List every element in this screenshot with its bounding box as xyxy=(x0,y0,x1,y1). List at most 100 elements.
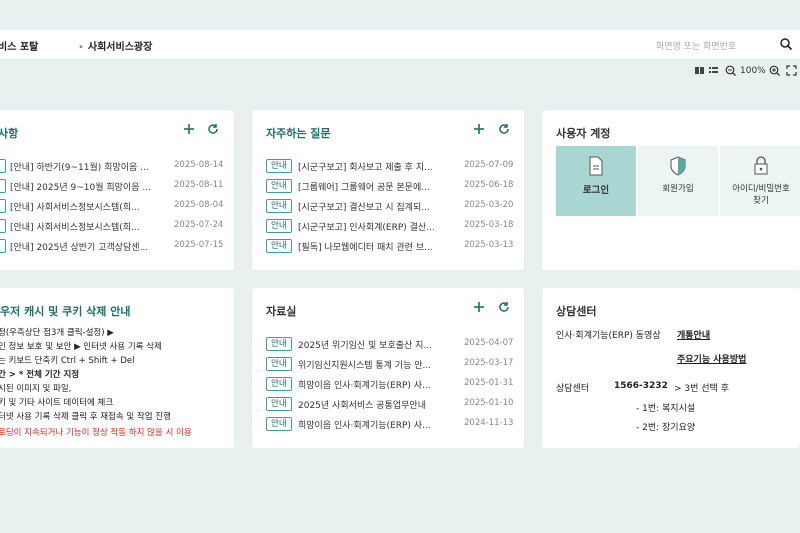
item-title: [시군구보고] 결산보고 시 집계되... xyxy=(298,203,430,213)
phone-number: 1566-3232 xyxy=(614,381,668,391)
item-date: 2025-07-24 xyxy=(174,220,224,230)
category-badge: 안내 xyxy=(0,239,6,253)
list-item[interactable]: 안내 위기임신지원시스템 통계 기능 안... 2025-03-17 xyxy=(252,355,524,373)
tab-dot: • xyxy=(78,42,84,53)
item-title: 희망이음 인사·회계기능(ERP) 사... xyxy=(298,381,431,391)
list-item[interactable]: 안내 [안내] 2025년 9~10월 희망이음 ... 2025-08-11 xyxy=(0,177,234,195)
list-icon[interactable] xyxy=(708,65,719,76)
item-title: [안내] 사회서비스정보시스템(희... xyxy=(10,223,140,233)
tab-label: 사회서비스광장 xyxy=(87,42,153,53)
center-label: 상담센터 xyxy=(556,384,590,394)
category-badge: 안내 xyxy=(0,159,6,173)
add-icon[interactable] xyxy=(472,122,486,136)
guide-line: 는 키보드 단축키 Ctrl + Shift + Del xyxy=(0,356,135,366)
find-label-1: 아이디/비밀번호 xyxy=(732,184,790,194)
tab-portal[interactable]: 비스 포탈 xyxy=(0,38,38,53)
list-item[interactable]: 안내 희망이음 인사·회계기능(ERP) 사... 2024-11-13 xyxy=(252,415,524,433)
overview-link[interactable]: 개통안내 xyxy=(677,328,710,341)
list-item[interactable]: 안내 희망이음 인사·회계기능(ERP) 사... 2025-01-31 xyxy=(252,375,524,393)
refresh-icon[interactable] xyxy=(497,122,511,136)
add-icon[interactable] xyxy=(182,122,196,136)
category-badge: 안내 xyxy=(266,377,292,391)
item-title: 위기임신지원시스템 통계 기능 안... xyxy=(298,361,432,371)
list-item[interactable]: 안내 [시군구보고] 회사보고 제출 후 지... 2025-07-09 xyxy=(252,157,524,175)
notice-card: 사항 안내 [안내] 하반기(9~11월) 희망이음 ... 2025-08-1… xyxy=(0,110,234,270)
erp-video-label: 인사·회계기능(ERP) 동영상 xyxy=(556,331,661,341)
item-date: 2025-03-17 xyxy=(464,358,514,368)
card-title: 우저 캐시 및 쿠키 삭제 안내 xyxy=(0,305,131,318)
tab-social-service-plaza[interactable]: • 사회서비스광장 xyxy=(78,38,152,53)
card-title: 상담센터 xyxy=(556,305,597,318)
shield-icon xyxy=(670,156,686,176)
card-title: 자료실 xyxy=(266,305,297,318)
category-badge: 안내 xyxy=(266,357,292,371)
category-badge: 안내 xyxy=(0,219,6,233)
item-title: [필독] 나모웹에디터 패치 관련 브... xyxy=(298,243,433,253)
guide-line: 정(우측상단 점3개 클릭-설정) ▶ xyxy=(0,328,114,338)
signup-button[interactable]: 회원가입 xyxy=(638,146,718,216)
select-instruction: > 3번 선택 후 xyxy=(674,384,729,394)
list-item[interactable]: 안내 [안내] 사회서비스정보시스템(희... 2025-08-04 xyxy=(0,197,234,215)
list-item[interactable]: 안내 2025년 사회서비스 공통업무안내 2025-01-10 xyxy=(252,395,524,413)
zoom-out-icon[interactable] xyxy=(725,65,736,76)
guide-line: 인 정보 보호 및 보안 ▶ 인터넷 사용 기록 삭제 xyxy=(0,342,162,352)
item-date: 2025-01-10 xyxy=(464,398,514,408)
usage-link[interactable]: 주요기능 사용방법 xyxy=(677,352,746,365)
item-date: 2025-08-11 xyxy=(174,180,224,190)
list-item[interactable]: 안내 2025년 위기임신 및 보호출산 지... 2025-04-07 xyxy=(252,335,524,353)
list-item[interactable]: 안내 [그룹웨어] 그룹웨어 공문 본문에... 2025-06-18 xyxy=(252,177,524,195)
find-id-password-button[interactable]: 아이디/비밀번호 찾기 xyxy=(720,146,800,216)
lock-icon xyxy=(754,156,768,175)
item-title: 2025년 위기임신 및 보호출산 지... xyxy=(298,341,433,351)
refresh-icon[interactable] xyxy=(497,300,511,314)
category-badge: 안내 xyxy=(0,199,6,213)
cache-guide-card: 우저 캐시 및 쿠키 삭제 안내 정(우측상단 점3개 클릭-설정) ▶ 인 정… xyxy=(0,288,234,448)
item-title: [그룹웨어] 그룹웨어 공문 본문에... xyxy=(298,183,430,193)
add-icon[interactable] xyxy=(472,300,486,314)
top-bar: 비스 포탈 • 사회서비스광장 화면명 또는 화면번호 xyxy=(0,30,800,60)
item-date: 2025-08-04 xyxy=(174,200,224,210)
guide-warning: 로딩이 지속되거나 기능이 정상 작동 하지 않을 시 이용 xyxy=(0,428,192,438)
search-input[interactable]: 화면명 또는 화면번호 xyxy=(656,39,736,52)
search-icon[interactable] xyxy=(779,37,793,51)
list-item[interactable]: 안내 [필독] 나모웹에디터 패치 관련 브... 2025-03-13 xyxy=(252,237,524,255)
card-title: 자주하는 질문 xyxy=(266,127,331,140)
item-date: 2024-11-13 xyxy=(464,418,514,428)
card-title: 사항 xyxy=(0,127,19,140)
zoom-in-icon[interactable] xyxy=(769,65,780,76)
item-title: [안내] 사회서비스정보시스템(희... xyxy=(10,203,140,213)
category-badge: 안내 xyxy=(266,159,292,173)
category-badge: 안내 xyxy=(266,397,292,411)
list-item[interactable]: 안내 [안내] 2025년 상반기 고객상담센... 2025-07-15 xyxy=(0,237,234,255)
view-toolbar: 100% xyxy=(0,62,800,80)
zoom-level: 100% xyxy=(740,66,766,76)
category-badge: 안내 xyxy=(266,179,292,193)
list-item[interactable]: 안내 [안내] 하반기(9~11월) 희망이음 ... 2025-08-14 xyxy=(0,157,234,175)
item-title: 희망이음 인사·회계기능(ERP) 사... xyxy=(298,421,431,431)
category-badge: 안내 xyxy=(266,219,292,233)
guide-line: 터넷 사용 기록 삭제 클릭 후 재접속 및 작업 진행 xyxy=(0,412,171,422)
list-item[interactable]: 안내 [안내] 사회서비스정보시스템(희... 2025-07-24 xyxy=(0,217,234,235)
item-date: 2025-03-18 xyxy=(464,220,514,230)
category-badge: 안내 xyxy=(266,337,292,351)
category-badge: 안내 xyxy=(266,199,292,213)
login-button[interactable]: 로그인 xyxy=(556,146,636,216)
item-date: 2025-03-13 xyxy=(464,240,514,250)
item-date: 2025-07-09 xyxy=(464,160,514,170)
item-date: 2025-08-14 xyxy=(174,160,224,170)
list-item[interactable]: 안내 [시군구보고] 인사회계(ERP) 결산... 2025-03-18 xyxy=(252,217,524,235)
option-2: - 2번: 장기요양 xyxy=(636,423,696,433)
list-item[interactable]: 안내 [시군구보고] 결산보고 시 집계되... 2025-03-20 xyxy=(252,197,524,215)
category-badge: 안내 xyxy=(266,239,292,253)
faq-card: 자주하는 질문 안내 [시군구보고] 회사보고 제출 후 지... 2025-0… xyxy=(252,110,524,270)
find-label-2: 찾기 xyxy=(753,196,769,206)
signup-label: 회원가입 xyxy=(662,184,694,194)
fullscreen-icon[interactable] xyxy=(786,65,797,76)
guide-line: 시된 이미지 및 파일, xyxy=(0,384,72,394)
document-icon xyxy=(589,156,603,176)
item-title: [시군구보고] 회사보고 제출 후 지... xyxy=(298,163,433,173)
refresh-icon[interactable] xyxy=(206,122,220,136)
book-icon[interactable] xyxy=(694,65,705,76)
account-card: 사용자 계정 로그인 회원가입 아이디/비밀번호 찾기 xyxy=(542,110,800,270)
category-badge: 안내 xyxy=(266,417,292,431)
